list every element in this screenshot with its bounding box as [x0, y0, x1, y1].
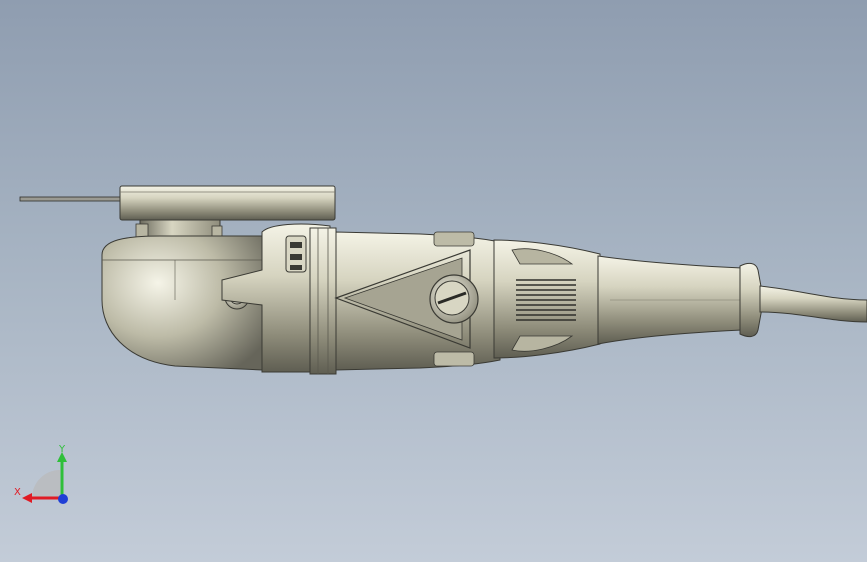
- handle: [597, 255, 743, 345]
- motor-ring: [309, 227, 337, 375]
- graphics-viewport[interactable]: Y X: [0, 0, 867, 562]
- triad-plane: [32, 470, 60, 498]
- disc-guard: [119, 185, 336, 221]
- angle-grinder-model[interactable]: [0, 0, 867, 562]
- cable-strain-relief: [739, 262, 763, 338]
- z-axis-dot: [58, 494, 68, 504]
- x-axis-arrow: [22, 493, 32, 503]
- rear-housing: [493, 239, 601, 359]
- spindle-rod: [19, 196, 123, 202]
- speed-dial: [429, 274, 479, 324]
- x-axis-label: X: [14, 487, 21, 498]
- power-cable: [759, 285, 867, 323]
- y-axis-label: Y: [58, 444, 66, 455]
- axis-triad: Y X: [14, 444, 68, 504]
